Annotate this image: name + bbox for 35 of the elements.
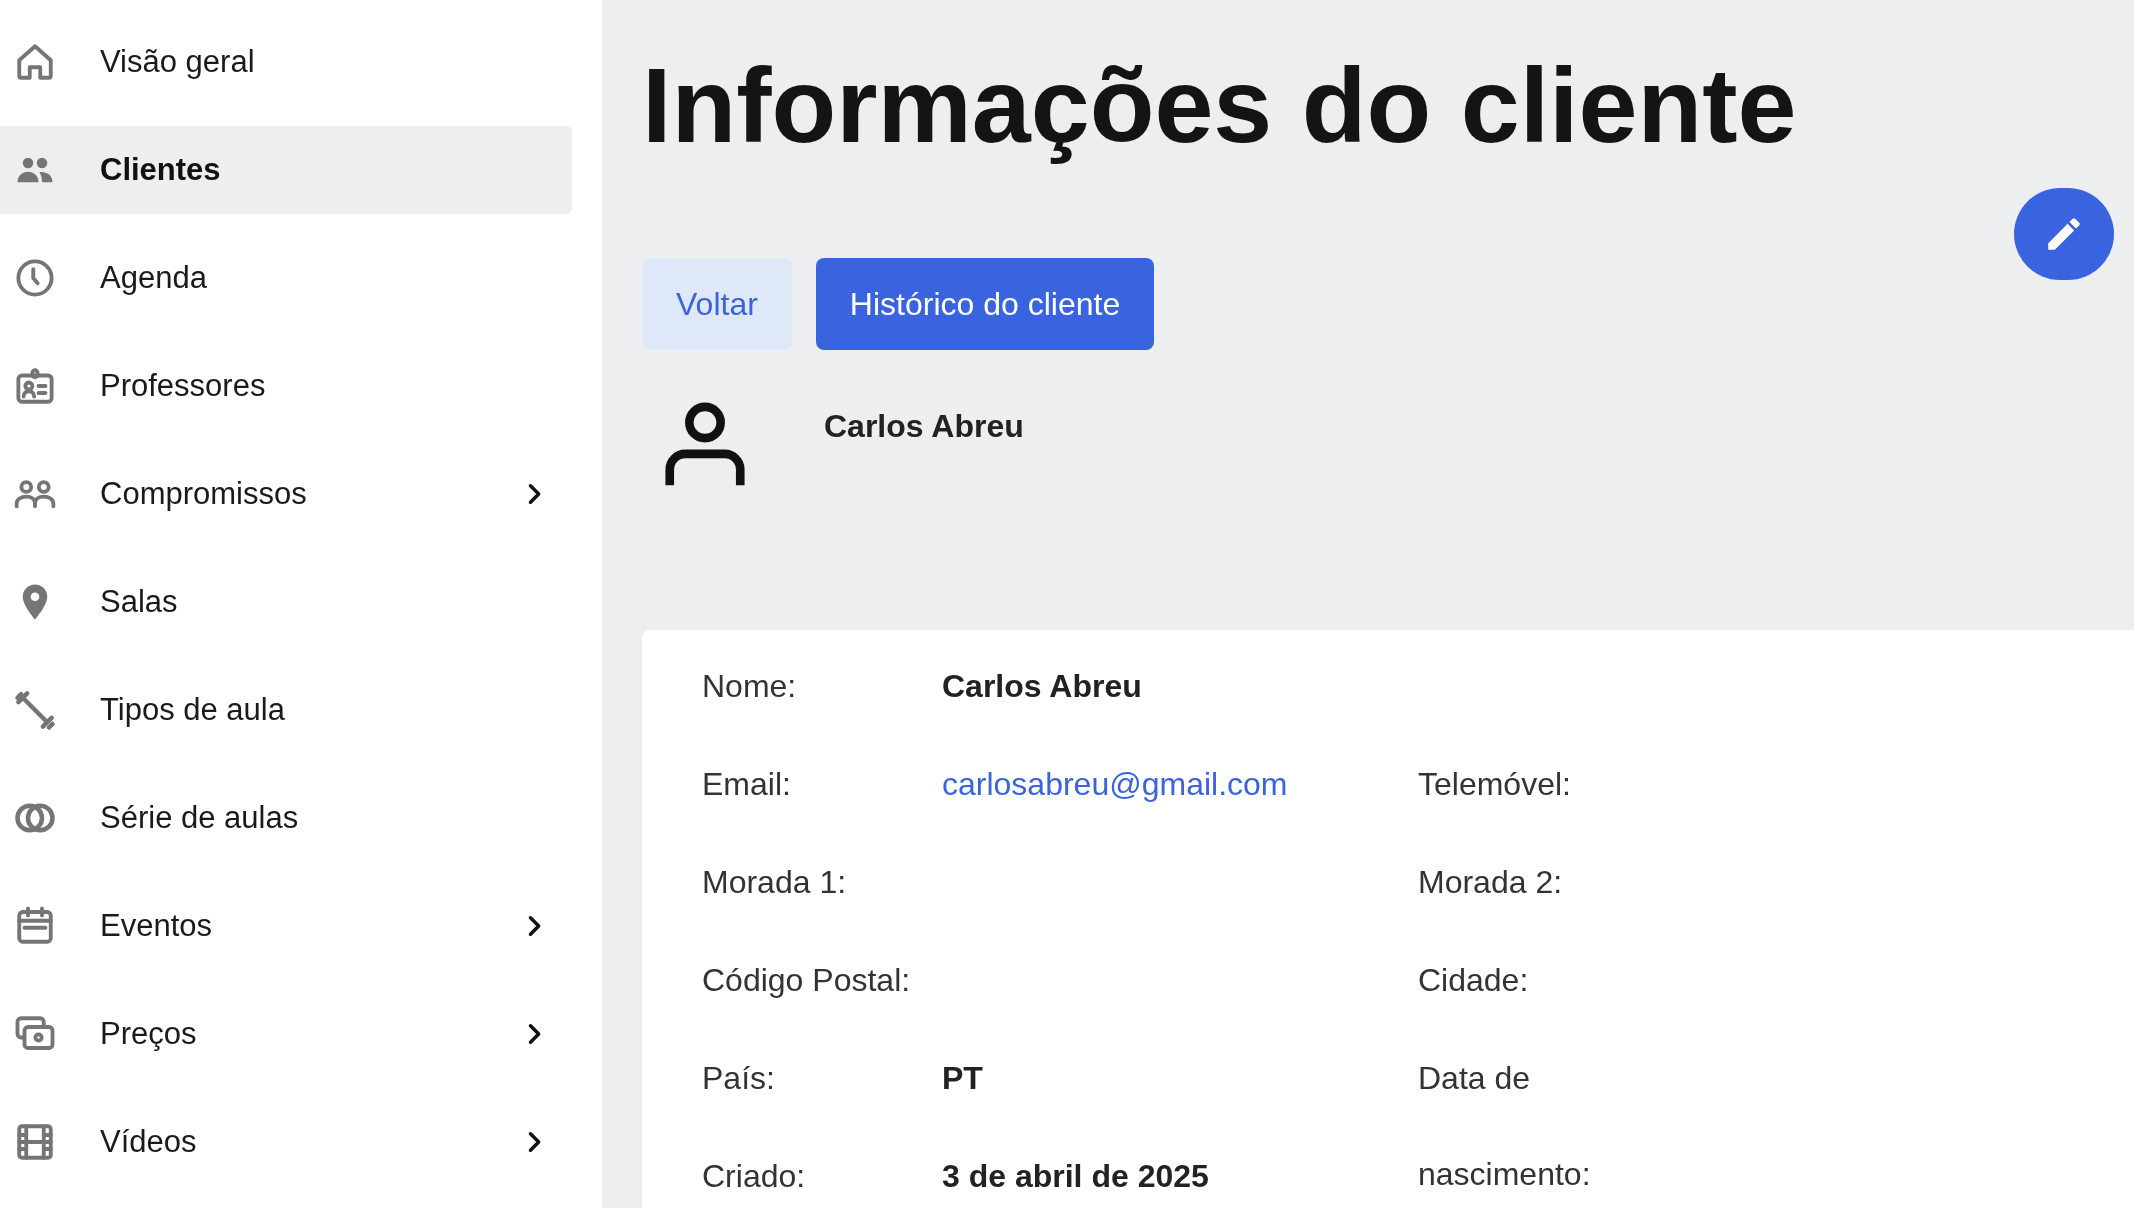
field-label: Email: [702,765,792,804]
sidebar-item[interactable]: Série de aulas [0,774,572,862]
sidebar-item[interactable]: Clientes [0,126,572,214]
field-value: 3 de abril de 2025 [942,1157,1210,1196]
sidebar-item[interactable]: Tipos de aula [0,666,572,754]
clock-icon [14,257,56,299]
sidebar-item[interactable]: Eventos [0,882,572,970]
film-icon [14,1121,56,1163]
field-value: PT [942,1059,984,1098]
field-label: Telemóvel: [1418,765,1572,804]
calendar-icon [14,905,56,947]
field-label: Criado: [702,1157,807,1196]
home-icon [14,41,56,83]
field-label: Morada 2: [1418,863,1564,902]
sidebar-item[interactable]: Professores [0,342,572,430]
field-label: País: [702,1059,776,1098]
sidebar-item[interactable]: Salas [0,558,572,646]
client-name: Carlos Abreu [824,407,1024,446]
back-button[interactable]: Voltar [642,258,792,350]
field-label: Morada 1: [702,863,848,902]
sidebar-item[interactable]: Agenda [0,234,572,322]
sidebar-item[interactable]: Preços [0,990,572,1078]
field-label: Data de nascimento: [1418,1059,1592,1194]
email-link[interactable]: carlosabreu@gmail.com [942,764,1418,804]
field-label: Código Postal: [702,961,912,1000]
sidebar-item[interactable]: Visão geral [0,18,572,106]
field-label: Nome: [702,667,798,706]
history-button[interactable]: Histórico do cliente [815,258,1155,350]
field-label: Cidade: [1418,961,1530,1000]
field-value: Carlos Abreu [942,667,1143,706]
sidebar-item[interactable]: Vídeos [0,1098,572,1186]
sidebar-item[interactable]: Compromissos [0,450,572,538]
dumbbell-icon [14,689,56,731]
page-title: Informações do cliente [642,45,1798,166]
id-card-icon [14,365,56,407]
